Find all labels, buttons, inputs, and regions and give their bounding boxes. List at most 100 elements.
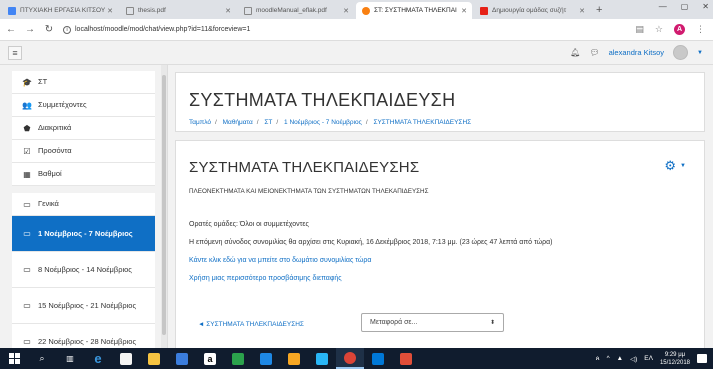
- windows-logo-icon: [8, 353, 20, 364]
- sidebar-item[interactable]: ▭ 1 Νοέμβριος - 7 Νοέμβριος: [12, 216, 155, 252]
- store-icon[interactable]: [112, 348, 140, 369]
- browser-tab[interactable]: Δημιουργία ομάδας συζήτ ✕: [474, 2, 590, 19]
- volume-icon[interactable]: ◁): [630, 355, 637, 363]
- app-icon[interactable]: [308, 348, 336, 369]
- select-arrows-icon: ⬍: [489, 320, 495, 326]
- extension-icon[interactable]: A: [674, 24, 685, 35]
- close-icon[interactable]: ✕: [225, 7, 231, 15]
- settings-menu[interactable]: ⚙ ▼: [664, 158, 686, 174]
- file-icon: [126, 6, 134, 15]
- breadcrumb: Ταμπλό / Μαθήματα / ΣΤ/ 1 Νοέμβριος - 7 Νο…: [189, 119, 472, 126]
- folder-icon: ▭: [23, 265, 31, 274]
- folder-icon: ▭: [23, 337, 31, 346]
- close-icon[interactable]: ✕: [461, 7, 467, 15]
- nav-separator: [12, 186, 155, 193]
- breadcrumb-item[interactable]: 1 Νοέμβριος - 7 Νοέμβριος: [284, 119, 362, 126]
- minimize-icon[interactable]: —: [659, 2, 667, 11]
- maximize-icon[interactable]: ▢: [681, 2, 689, 11]
- browser-tab-active[interactable]: ΣΤ: ΣΥΣΤΗΜΑΤΑ ΤΗΛΕΚΠΑΙ ✕: [356, 2, 472, 19]
- clock[interactable]: 9:29 μμ 15/12/2018: [660, 351, 690, 367]
- jump-to-select[interactable]: Μεταφορά σε... ⬍: [361, 313, 504, 332]
- url-text[interactable]: localhost/moodle/mod/chat/view.php?id=11…: [75, 26, 250, 33]
- close-icon[interactable]: ✕: [343, 7, 349, 15]
- previous-activity-link[interactable]: ◄ ΣΥΣΤΗΜΑΤΑ ΤΗΛΕΚΠΑΙΔΕΥΣΗΣ: [198, 321, 304, 328]
- avatar[interactable]: [673, 45, 689, 60]
- breadcrumb-item[interactable]: ΣΤ: [264, 119, 272, 126]
- breadcrumb-item[interactable]: ΣΥΣΤΗΜΑΤΑ ΤΗΛΕΚΠΑΙΔΕΥΣΗΣ: [373, 119, 471, 126]
- notification-bell-icon[interactable]: 🔔︎: [570, 48, 580, 57]
- network-icon[interactable]: ▲: [617, 355, 623, 362]
- tab-title: ΠΤΥΧΙΑΚΗ ΕΡΓΑΣΙΑ ΚΙΤΣΟΥ: [20, 7, 106, 14]
- drawer-scrollbar[interactable]: [161, 65, 167, 348]
- people-icon[interactable]: ጰ: [596, 355, 600, 363]
- browser-tab[interactable]: thesis.pdf ✕: [120, 2, 236, 19]
- moodle-icon: [362, 6, 370, 15]
- checkbox-icon: ☑: [23, 146, 31, 156]
- app-icon[interactable]: [224, 348, 252, 369]
- sidebar-item[interactable]: 🎓 ΣΤ: [12, 71, 155, 94]
- visible-groups-text: Ορατές ομάδες: Όλοι οι συμμετέχοντες: [189, 221, 309, 228]
- enter-chat-link[interactable]: Κάντε κλικ εδώ για να μπείτε στο δωμάτιο…: [189, 257, 371, 264]
- task-view-icon[interactable]: ▥: [56, 348, 84, 369]
- sidebar-item[interactable]: ▭ 22 Νοέμβριος - 28 Νοέμβριος: [12, 324, 155, 348]
- close-icon[interactable]: ✕: [107, 7, 113, 15]
- messages-icon[interactable]: 💬︎: [589, 48, 599, 57]
- language-indicator[interactable]: ΕΛ: [644, 355, 653, 362]
- new-tab-icon[interactable]: +: [596, 4, 602, 16]
- app-icon[interactable]: [252, 348, 280, 369]
- activity-intro: ΠΛΕΟΝΕΚΤΗΜΑΤΑ ΚΑΙ ΜΕΙΟΝΕΚΤΗΜΑΤΑ ΤΩΝ ΣΥΣΤ…: [189, 188, 429, 195]
- clock-date: 15/12/2018: [659, 359, 690, 366]
- hamburger-menu-button[interactable]: ≡: [8, 45, 22, 60]
- sidebar-item-label: 8 Νοέμβριος - 14 Νοέμβριος: [38, 264, 132, 274]
- scroll-thumb[interactable]: [162, 75, 166, 335]
- notification-center-icon[interactable]: [697, 354, 707, 363]
- tab-title: ΣΤ: ΣΥΣΤΗΜΑΤΑ ΤΗΛΕΚΠΑΙ: [374, 7, 457, 14]
- grades-table-icon: ▦: [23, 169, 31, 179]
- breadcrumb-item[interactable]: Μαθήματα: [223, 119, 253, 126]
- gear-icon[interactable]: ⚙: [664, 158, 676, 174]
- start-button[interactable]: [0, 348, 28, 369]
- window-controls: — ▢ ✕: [659, 2, 709, 11]
- sidebar-item[interactable]: ▭ 8 Νοέμβριος - 14 Νοέμβριος: [12, 252, 155, 288]
- user-name[interactable]: alexandra Kitsoy: [609, 48, 664, 57]
- browser-tab[interactable]: ΠΤΥΧΙΑΚΗ ΕΡΓΑΣΙΑ ΚΙΤΣΟΥ ✕: [2, 2, 118, 19]
- sidebar-item[interactable]: ▭ Γενικά: [12, 193, 155, 216]
- chrome-icon[interactable]: [336, 348, 364, 369]
- reload-icon[interactable]: ↻: [44, 24, 54, 35]
- info-icon[interactable]: i: [63, 25, 71, 34]
- sidebar-item-label: 22 Νοέμβριος - 28 Νοέμβριος: [38, 336, 137, 346]
- chevron-down-icon[interactable]: ▼: [697, 50, 703, 56]
- close-window-icon[interactable]: ✕: [702, 2, 709, 11]
- system-tray: ጰ ^ ▲ ◁) ΕΛ 9:29 μμ 15/12/2018: [596, 348, 713, 369]
- chevron-down-icon[interactable]: ▼: [680, 163, 686, 169]
- breadcrumb-item[interactable]: Ταμπλό: [189, 119, 211, 126]
- menu-dots-icon[interactable]: ⋮: [696, 24, 705, 35]
- search-icon[interactable]: ⌕: [28, 348, 56, 369]
- accessible-interface-link[interactable]: Χρήση μιας περισσότερο προσβάσιμης διεπα…: [189, 275, 342, 282]
- sidebar-item[interactable]: ⬟ Διακριτικά: [12, 117, 155, 140]
- sidebar-item[interactable]: ☑ Προσόντα: [12, 140, 155, 163]
- app-icon[interactable]: [168, 348, 196, 369]
- sidebar-item[interactable]: ▭ 15 Νοέμβριος - 21 Νοέμβριος: [12, 288, 155, 324]
- translate-icon[interactable]: ▤: [635, 24, 644, 35]
- bookmark-star-icon[interactable]: ☆: [655, 24, 663, 35]
- app-icon[interactable]: [364, 348, 392, 369]
- address-bar[interactable]: i localhost/moodle/mod/chat/view.php?id=…: [63, 25, 626, 34]
- browser-tab[interactable]: moodleManual_eflak.pdf ✕: [238, 2, 354, 19]
- nav-drawer: 🎓 ΣΤ 👥 Συμμετέχοντες ⬟ Διακριτικά ☑ Προσόντα ▦ Βα…: [0, 65, 168, 348]
- app-icon[interactable]: [280, 348, 308, 369]
- explorer-icon[interactable]: [140, 348, 168, 369]
- sidebar-item-label: Διακριτικά: [38, 123, 72, 132]
- back-icon[interactable]: ←: [6, 24, 16, 35]
- tab-title: moodleManual_eflak.pdf: [256, 7, 327, 14]
- sidebar-item[interactable]: ▦ Βαθμοί: [12, 163, 155, 186]
- app-icon[interactable]: [392, 348, 420, 369]
- forward-icon[interactable]: →: [25, 24, 35, 35]
- close-icon[interactable]: ✕: [579, 7, 585, 15]
- edge-icon[interactable]: e: [84, 348, 112, 369]
- sidebar-item[interactable]: 👥 Συμμετέχοντες: [12, 94, 155, 117]
- document-icon: [8, 6, 16, 15]
- sidebar-item-label: 15 Νοέμβριος - 21 Νοέμβριος: [38, 300, 137, 310]
- chevron-up-icon[interactable]: ^: [607, 355, 610, 362]
- amazon-icon[interactable]: a: [196, 348, 224, 369]
